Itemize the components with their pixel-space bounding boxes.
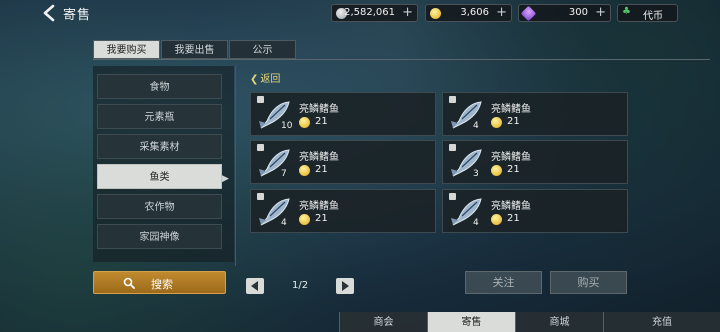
gold-coin-icon xyxy=(491,214,502,225)
search-label: 搜索 xyxy=(151,278,173,291)
item-price: 21 xyxy=(315,164,328,175)
item-card[interactable]: 4 亮鳞鳍鱼 21 xyxy=(442,189,628,233)
purple-gem-icon xyxy=(520,5,537,22)
item-quantity: 3 xyxy=(473,169,479,179)
currency-token[interactable]: ♣ 代币 xyxy=(617,4,678,22)
gold-coin-icon xyxy=(299,214,310,225)
search-icon xyxy=(123,277,135,289)
buy-button[interactable]: 购买 xyxy=(550,271,627,294)
category-home-statue[interactable]: 家园神像 xyxy=(97,224,222,249)
category-fish[interactable]: 鱼类 xyxy=(97,164,222,189)
fish-icon xyxy=(451,149,482,177)
category-crops[interactable]: 农作物 xyxy=(97,194,222,219)
item-price: 21 xyxy=(315,116,328,127)
nav-mall[interactable]: 商城 xyxy=(515,312,603,332)
triangle-left-icon xyxy=(251,281,258,291)
triangle-right-icon xyxy=(342,281,349,291)
item-quantity: 4 xyxy=(281,218,287,228)
search-button[interactable]: 搜索 xyxy=(93,271,226,294)
currency-silver: 2,582,061 + xyxy=(331,4,418,22)
gold-coin-icon xyxy=(430,8,441,19)
currency-value: 300 xyxy=(568,7,588,18)
panel-divider xyxy=(235,66,236,266)
follow-button[interactable]: 关注 xyxy=(465,271,542,294)
item-price: 21 xyxy=(315,213,328,224)
item-name: 亮鳞鳍鱼 xyxy=(299,104,339,115)
item-price: 21 xyxy=(507,164,520,175)
item-quantity: 4 xyxy=(473,121,479,131)
gold-coin-icon xyxy=(491,165,502,176)
nav-recharge[interactable]: 充值 xyxy=(603,312,720,332)
item-name: 亮鳞鳍鱼 xyxy=(491,152,531,163)
currency-gem: 300 + xyxy=(518,4,611,22)
item-card[interactable]: 10 亮鳞鳍鱼 21 xyxy=(250,92,436,136)
category-pointer-icon: ▶ xyxy=(222,174,229,184)
back-button[interactable] xyxy=(40,3,60,23)
return-link[interactable]: ❮ 返回 xyxy=(250,70,280,85)
item-price: 21 xyxy=(507,213,520,224)
item-name: 亮鳞鳍鱼 xyxy=(299,152,339,163)
category-gathering-materials[interactable]: 采集素材 xyxy=(97,134,222,159)
item-card[interactable]: 4 亮鳞鳍鱼 21 xyxy=(250,189,436,233)
item-quantity: 10 xyxy=(281,121,293,131)
page-title: 寄售 xyxy=(63,8,92,23)
category-panel: 食物 元素瓶 采集素材 鱼类 农作物 家园神像 xyxy=(93,66,234,262)
return-label: 返回 xyxy=(260,74,281,85)
tab-buy[interactable]: 我要购买 xyxy=(93,40,160,59)
category-food[interactable]: 食物 xyxy=(97,74,222,99)
chevron-left-icon: ❮ xyxy=(250,74,259,85)
currency-value: 3,606 xyxy=(460,7,489,18)
item-price: 21 xyxy=(507,116,520,127)
tab-notice[interactable]: 公示 xyxy=(229,40,296,59)
item-quantity: 7 xyxy=(281,169,287,179)
add-gem-button[interactable]: + xyxy=(595,6,606,20)
gold-coin-icon xyxy=(299,165,310,176)
currency-gold: 3,606 + xyxy=(425,4,512,22)
tab-divider xyxy=(93,59,710,60)
gold-coin-icon xyxy=(491,117,502,128)
item-card[interactable]: 7 亮鳞鳍鱼 21 xyxy=(250,140,436,184)
item-name: 亮鳞鳍鱼 xyxy=(491,201,531,212)
nav-chamber[interactable]: 商会 xyxy=(339,312,427,332)
add-gold-button[interactable]: + xyxy=(496,6,507,20)
nav-consign[interactable]: 寄售 xyxy=(427,312,515,332)
category-element-bottle[interactable]: 元素瓶 xyxy=(97,104,222,129)
gold-coin-icon xyxy=(299,117,310,128)
top-bar: 寄售 2,582,061 + 3,606 + 300 + ♣ 代币 xyxy=(0,0,720,26)
chevron-left-icon xyxy=(43,4,55,22)
bottom-nav: 商会 寄售 商城 充值 xyxy=(339,312,720,332)
currency-value: 代币 xyxy=(643,11,663,22)
next-page-button[interactable] xyxy=(336,278,354,294)
prev-page-button[interactable] xyxy=(246,278,264,294)
clover-icon: ♣ xyxy=(622,6,631,17)
fish-icon xyxy=(259,149,290,177)
tab-sell[interactable]: 我要出售 xyxy=(161,40,228,59)
item-card[interactable]: 3 亮鳞鳍鱼 21 xyxy=(442,140,628,184)
item-card[interactable]: 4 亮鳞鳍鱼 21 xyxy=(442,92,628,136)
page-indicator: 1/2 xyxy=(292,280,309,291)
item-name: 亮鳞鳍鱼 xyxy=(299,201,339,212)
add-silver-button[interactable]: + xyxy=(402,6,413,20)
item-quantity: 4 xyxy=(473,218,479,228)
item-name: 亮鳞鳍鱼 xyxy=(491,104,531,115)
currency-value: 2,582,061 xyxy=(344,7,395,18)
